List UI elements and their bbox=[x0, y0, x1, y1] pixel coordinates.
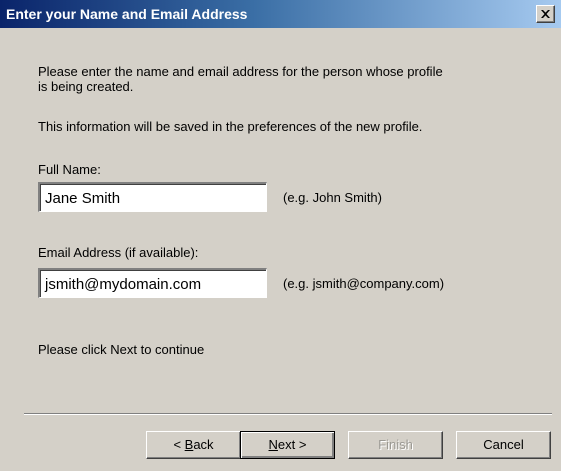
wizard-dialog: Enter your Name and Email Address Please… bbox=[0, 0, 561, 471]
finish-button[interactable]: Finish bbox=[348, 431, 443, 459]
email-example: (e.g. jsmith@company.com) bbox=[283, 276, 445, 291]
title-bar[interactable]: Enter your Name and Email Address bbox=[0, 0, 561, 28]
back-button[interactable]: < Back bbox=[146, 431, 241, 459]
cancel-button[interactable]: Cancel bbox=[456, 431, 551, 459]
close-button[interactable] bbox=[536, 5, 555, 23]
footer-separator bbox=[24, 413, 552, 415]
intro-text-line-3: This information will be saved in the pr… bbox=[38, 119, 423, 134]
email-label: Email Address (if available): bbox=[38, 245, 199, 260]
window-title: Enter your Name and Email Address bbox=[6, 6, 248, 22]
intro-text-line-1: Please enter the name and email address … bbox=[38, 64, 443, 79]
back-button-rest: ack bbox=[193, 437, 214, 452]
next-button[interactable]: Next > bbox=[240, 431, 335, 459]
next-button-rest: ext > bbox=[277, 437, 307, 452]
full-name-input[interactable]: Jane Smith bbox=[38, 182, 267, 212]
intro-text-line-2: is being created. bbox=[38, 79, 134, 94]
next-button-accel: N bbox=[268, 437, 278, 452]
email-input[interactable]: jsmith@mydomain.com bbox=[38, 268, 267, 298]
back-button-prefix: < bbox=[173, 437, 185, 452]
continue-hint: Please click Next to continue bbox=[38, 342, 205, 357]
full-name-label: Full Name: bbox=[38, 162, 101, 177]
full-name-example: (e.g. John Smith) bbox=[283, 190, 382, 205]
close-x-icon bbox=[541, 10, 550, 18]
